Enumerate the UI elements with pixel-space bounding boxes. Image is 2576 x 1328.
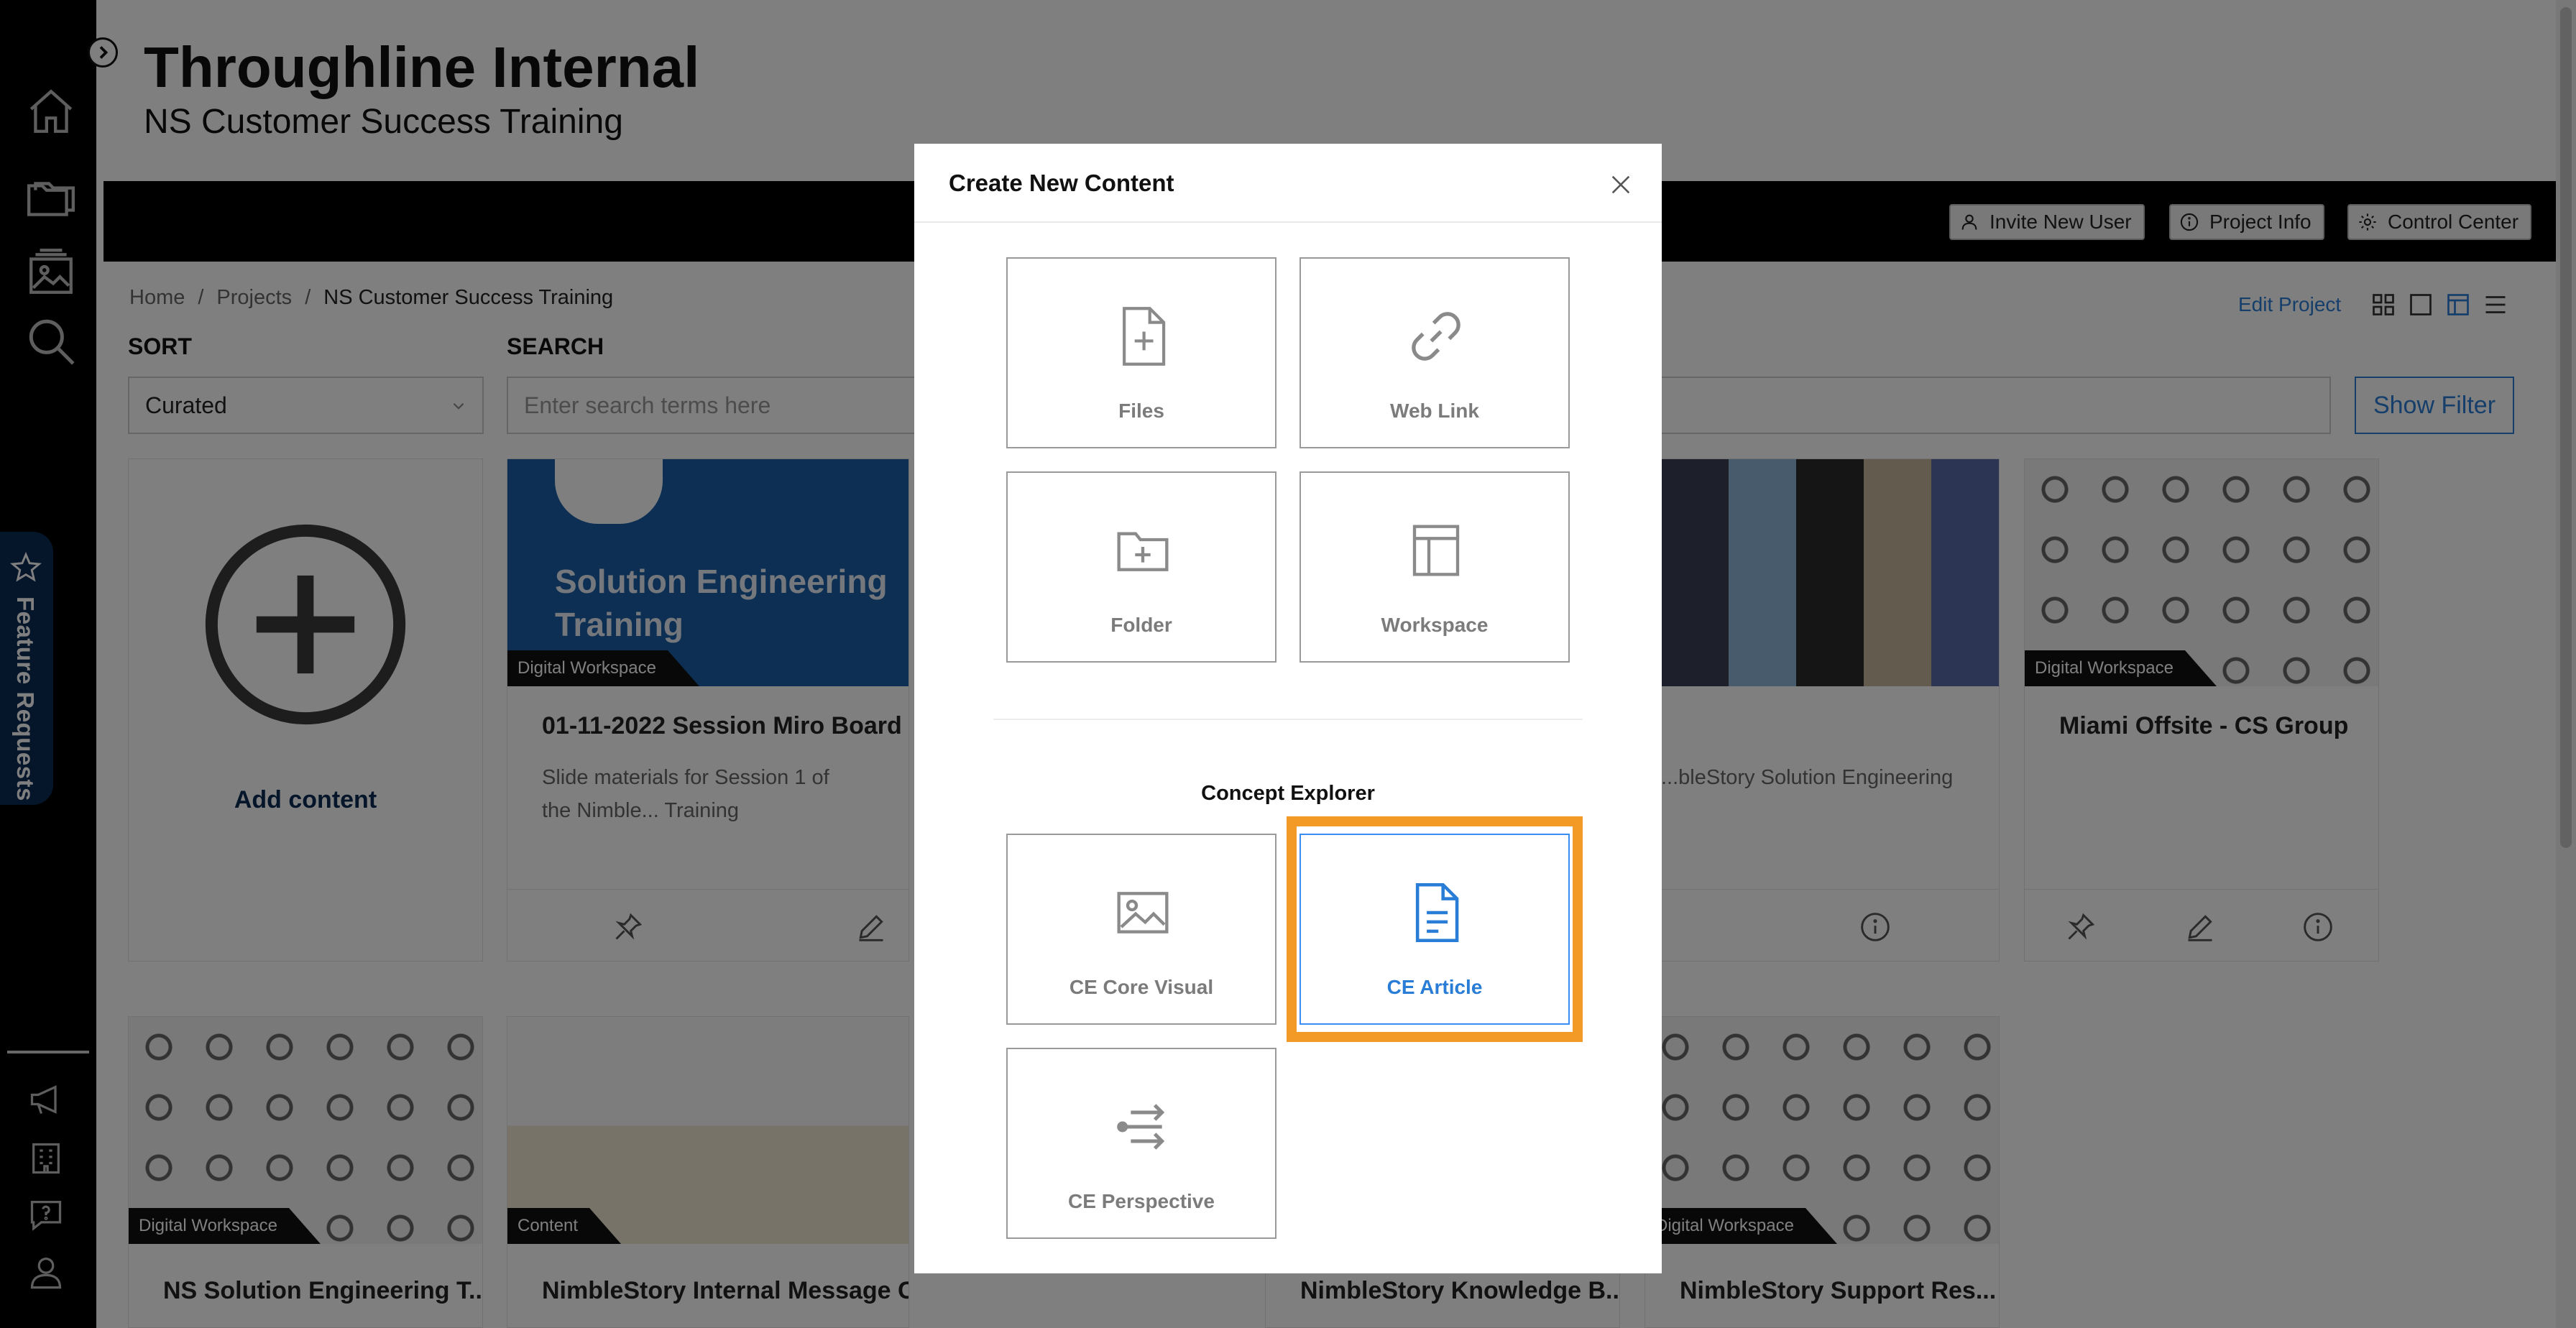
modal-title: Create New Content (949, 170, 1174, 196)
ce-perspective-label: CE Perspective (1068, 1190, 1215, 1212)
folder-option[interactable]: Folder (1006, 471, 1276, 663)
close-icon[interactable] (1609, 172, 1633, 197)
image-icon (1114, 882, 1172, 943)
web-link-option[interactable]: Web Link (1300, 257, 1570, 448)
modal-divider (914, 221, 1662, 223)
workspace-option[interactable]: Workspace (1300, 471, 1570, 663)
folder-label: Folder (1110, 614, 1172, 636)
ce-core-visual-label: CE Core Visual (1069, 976, 1214, 998)
workspace-layout-icon (1407, 520, 1465, 581)
file-add-icon (1114, 306, 1172, 366)
selection-highlight (1287, 816, 1583, 1042)
concept-explorer-heading: Concept Explorer (1201, 782, 1375, 805)
files-option[interactable]: Files (1006, 257, 1276, 448)
workspace-label: Workspace (1381, 614, 1489, 636)
folder-add-icon (1114, 520, 1172, 581)
files-label: Files (1118, 400, 1164, 422)
perspective-arrows-icon (1114, 1097, 1172, 1157)
ce-perspective-option[interactable]: CE Perspective (1006, 1048, 1276, 1239)
web-link-label: Web Link (1390, 400, 1479, 422)
create-content-modal: Create New Content Files Web Link Folder… (914, 144, 1662, 1273)
section-divider (993, 719, 1583, 720)
link-icon (1407, 306, 1465, 366)
ce-core-visual-option[interactable]: CE Core Visual (1006, 834, 1276, 1025)
